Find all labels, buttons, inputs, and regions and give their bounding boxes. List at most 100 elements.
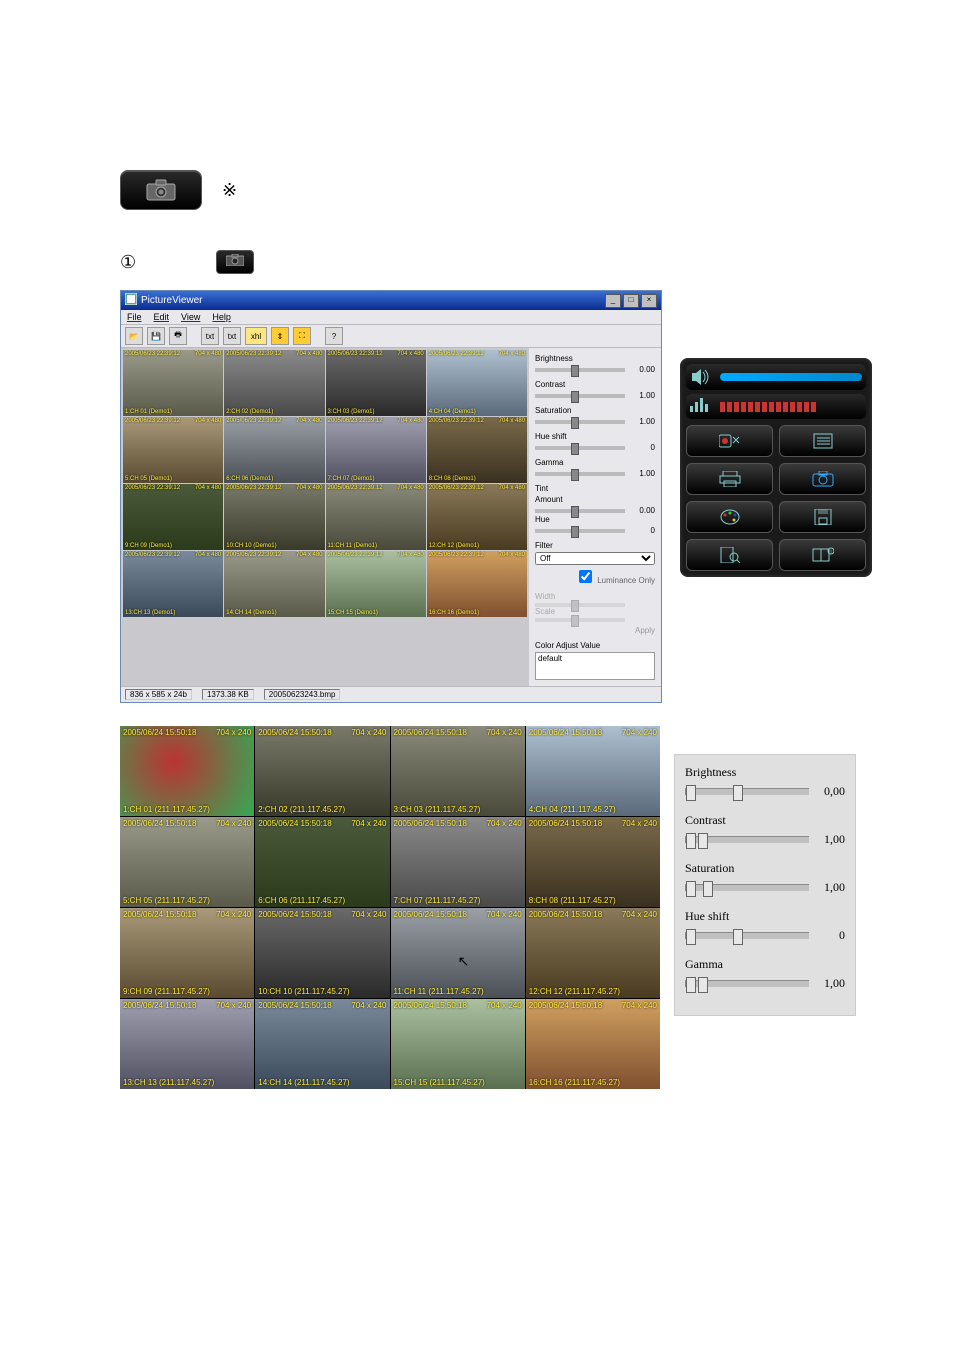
timestamp: 2005/06/23 22:39:12 <box>125 418 180 424</box>
channel-label: 11:CH 11 (Demo1) <box>328 543 377 549</box>
camera-cell[interactable]: 2005/06/24 15:50:18704 x 24016:CH 16 (21… <box>526 999 660 1089</box>
menu-help[interactable]: Help <box>212 312 231 322</box>
camera-cell[interactable]: 2005/06/24 15:50:18704 x 2407:CH 07 (211… <box>391 817 525 907</box>
camera-cell[interactable]: 2005/06/24 15:50:18704 x 24012:CH 12 (21… <box>526 908 660 998</box>
thumbnail-cell[interactable]: 2005/06/23 22:39:12704 x 48013:CH 13 (De… <box>123 551 223 617</box>
menu-edit[interactable]: Edit <box>154 312 170 322</box>
capture-button-large[interactable] <box>120 170 202 210</box>
tint-amount-slider[interactable] <box>535 509 625 513</box>
contrast-slider[interactable] <box>685 836 809 843</box>
hue-shift-slider[interactable] <box>685 932 809 939</box>
camera-cell[interactable]: 2005/06/24 15:50:18704 x 24010:CH 10 (21… <box>255 908 389 998</box>
gamma-slider[interactable] <box>535 472 625 476</box>
gamma-slider[interactable] <box>685 980 809 987</box>
window-titlebar[interactable]: PictureViewer _ □ × <box>121 291 661 310</box>
camera-cell[interactable]: 2005/06/24 15:50:18704 x 2409:CH 09 (211… <box>120 908 254 998</box>
channel-label: 14:CH 14 (211.117.45.27) <box>258 1078 349 1087</box>
timestamp: 2005/06/23 22:39:12 <box>328 485 383 491</box>
thumbnail-cell[interactable]: 2005/06/23 22:39:12704 x 48016:CH 16 (De… <box>427 551 527 617</box>
thumbnail-cell[interactable]: 2005/06/23 22:39:12704 x 48015:CH 15 (De… <box>326 551 426 617</box>
resolution: 704 x 240 <box>216 728 251 737</box>
timestamp: 2005/06/23 22:39:12 <box>328 418 383 424</box>
color-button[interactable] <box>686 501 773 533</box>
camera-cell[interactable]: 2005/06/24 15:50:18704 x 2404:CH 04 (211… <box>526 726 660 816</box>
open-icon[interactable]: 📂 <box>125 327 143 345</box>
camera-cell[interactable]: 2005/06/24 15:50:18704 x 2403:CH 03 (211… <box>391 726 525 816</box>
volume-slider[interactable] <box>720 373 862 381</box>
thumbnail-cell[interactable]: 2005/06/23 22:39:12704 x 48010:CH 10 (De… <box>224 484 324 550</box>
saturation-slider[interactable] <box>685 884 809 891</box>
thumbnail-cell[interactable]: 2005/06/23 22:39:12704 x 4808:CH 08 (Dem… <box>427 417 527 483</box>
status-bar: 836 x 585 x 24b 1373.38 KB 20050623243.b… <box>121 686 661 702</box>
log-button[interactable] <box>779 425 866 457</box>
timestamp: 2005/06/24 15:50:18 <box>258 728 331 737</box>
timestamp: 2005/06/24 15:50:18 <box>394 819 467 828</box>
hue shift-slider[interactable] <box>535 446 625 450</box>
thumbnail-cell[interactable]: 2005/06/23 22:39:12704 x 4801:CH 01 (Dem… <box>123 350 223 416</box>
thumbnail-cell[interactable]: 2005/06/23 22:39:12704 x 4805:CH 05 (Dem… <box>123 417 223 483</box>
save-icon[interactable]: 💾 <box>147 327 165 345</box>
channel-label: 1:CH 01 (Demo1) <box>125 409 172 415</box>
control-panel: i <box>680 358 872 577</box>
camera-cell[interactable]: 2005/06/24 15:50:18704 x 24013:CH 13 (21… <box>120 999 254 1089</box>
thumbnail-cell[interactable]: 2005/06/23 22:39:12704 x 48011:CH 11 (De… <box>326 484 426 550</box>
search-button[interactable] <box>686 539 773 571</box>
saturation-slider[interactable] <box>535 420 625 424</box>
txt3-button[interactable]: xhl <box>245 327 267 345</box>
thumbnail-cell[interactable]: 2005/06/23 22:39:12704 x 4807:CH 07 (Dem… <box>326 417 426 483</box>
floppy-icon <box>812 509 834 525</box>
thumbnail-cell[interactable]: 2005/06/23 22:39:12704 x 48014:CH 14 (De… <box>224 551 324 617</box>
cav-label: Color Adjust Value <box>535 641 655 650</box>
resolution: 704 x 240 <box>622 819 657 828</box>
capture-button-small[interactable] <box>216 250 254 274</box>
menu-view[interactable]: View <box>181 312 200 322</box>
record-settings-button[interactable] <box>686 425 773 457</box>
slider-label: Brightness <box>685 765 845 780</box>
luminance-checkbox[interactable] <box>579 570 592 583</box>
save-button[interactable] <box>779 501 866 533</box>
camera-cell[interactable]: 2005/06/24 15:50:18704 x 24015:CH 15 (21… <box>391 999 525 1089</box>
camera-cell[interactable]: 2005/06/24 15:50:18704 x 2406:CH 06 (211… <box>255 817 389 907</box>
thumbnail-cell[interactable]: 2005/06/23 22:39:12704 x 4802:CH 02 (Dem… <box>224 350 324 416</box>
channel-label: 16:CH 16 (211.117.45.27) <box>529 1078 620 1087</box>
brightness-slider[interactable] <box>535 368 625 372</box>
thumbnail-grid: 2005/06/23 22:39:12704 x 4801:CH 01 (Dem… <box>121 348 529 686</box>
camera-cell[interactable]: 2005/06/24 15:50:18704 x 2408:CH 08 (211… <box>526 817 660 907</box>
camera-cell[interactable]: 2005/06/24 15:50:18704 x 2402:CH 02 (211… <box>255 726 389 816</box>
fit-icon[interactable]: ⛶ <box>293 327 311 345</box>
txt1-button[interactable]: txt <box>201 327 219 345</box>
timestamp: 2005/06/23 22:39:12 <box>226 418 281 424</box>
tint-hue-slider[interactable] <box>535 529 625 533</box>
width-slider <box>535 603 625 607</box>
timestamp: 2005/06/24 15:50:18 <box>123 910 196 919</box>
menu-file[interactable]: File <box>127 312 142 322</box>
contrast-slider[interactable] <box>535 394 625 398</box>
channel-label: 8:CH 08 (211.117.45.27) <box>529 896 616 905</box>
channel-label: 7:CH 07 (211.117.45.27) <box>394 896 481 905</box>
capture-button[interactable] <box>779 463 866 495</box>
apply-button[interactable]: Apply <box>535 626 655 635</box>
speaker-icon[interactable] <box>690 368 714 386</box>
camera-cell[interactable]: 2005/06/24 15:50:18704 x 24014:CH 14 (21… <box>255 999 389 1089</box>
thumbnail-cell[interactable]: 2005/06/23 22:39:12704 x 4804:CH 04 (Dem… <box>427 350 527 416</box>
thumbnail-cell[interactable]: 2005/06/23 22:39:12704 x 4806:CH 06 (Dem… <box>224 417 324 483</box>
camera-cell[interactable]: 2005/06/24 15:50:18704 x 24011:CH 11 (21… <box>391 908 525 998</box>
close-button[interactable]: × <box>641 294 657 308</box>
info-button[interactable]: i <box>779 539 866 571</box>
txt2-button[interactable]: txt <box>223 327 241 345</box>
cav-box[interactable]: default <box>535 652 655 680</box>
brightness-slider[interactable] <box>685 788 809 795</box>
filter-select[interactable]: Off <box>535 552 655 565</box>
maximize-button[interactable]: □ <box>623 294 639 308</box>
camera-cell[interactable]: 2005/06/24 15:50:18704 x 2405:CH 05 (211… <box>120 817 254 907</box>
print-icon[interactable]: 🖶 <box>169 327 187 345</box>
fit-vertical-icon[interactable]: ⇕ <box>271 327 289 345</box>
thumbnail-cell[interactable]: 2005/06/23 22:39:12704 x 4809:CH 09 (Dem… <box>123 484 223 550</box>
print-button[interactable] <box>686 463 773 495</box>
thumbnail-cell[interactable]: 2005/06/23 22:39:12704 x 4803:CH 03 (Dem… <box>326 350 426 416</box>
help-icon[interactable]: ? <box>325 327 343 345</box>
thumbnail-cell[interactable]: 2005/06/23 22:39:12704 x 48012:CH 12 (De… <box>427 484 527 550</box>
channel-label: 12:CH 12 (Demo1) <box>429 543 479 549</box>
camera-cell[interactable]: 2005/06/24 15:50:18704 x 2401:CH 01 (211… <box>120 726 254 816</box>
minimize-button[interactable]: _ <box>605 294 621 308</box>
